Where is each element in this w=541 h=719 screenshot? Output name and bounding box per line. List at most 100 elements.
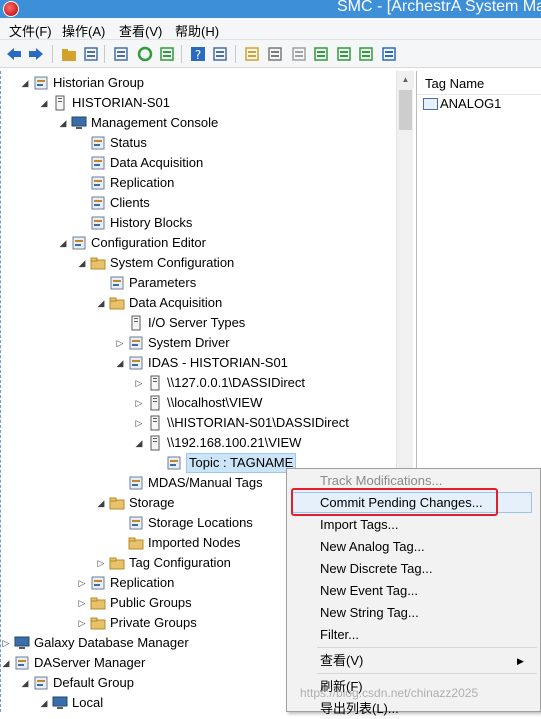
tree-node-label: Private Groups: [110, 615, 197, 630]
collapse-arrow-icon[interactable]: ◢: [57, 233, 69, 253]
tree-node-label: \\HISTORIAN-S01\DASSIDirect: [167, 415, 349, 430]
tree-node-label: Storage Locations: [148, 515, 253, 530]
scroll-up-arrow-icon[interactable]: ▲: [397, 71, 414, 88]
window-title: SMC - [ArchestrA System Ma: [337, 0, 541, 15]
menu-view[interactable]: 查看(V): [119, 21, 162, 40]
expand-arrow-icon[interactable]: ▷: [76, 613, 88, 633]
tree-node[interactable]: ◢ Management Console: [1, 113, 396, 133]
tree-node[interactable]: ▷ \\127.0.0.1\DASSIDirect: [1, 373, 396, 393]
tree-node[interactable]: Replication: [1, 173, 396, 193]
forward-icon[interactable]: [27, 45, 45, 63]
tree-node[interactable]: ▷ System Driver: [1, 333, 396, 353]
collapse-arrow-icon[interactable]: ◢: [76, 253, 88, 273]
menu-item-view[interactable]: 查看(V): [320, 651, 363, 671]
up-folder-icon[interactable]: [60, 45, 78, 63]
tree-node-label: History Blocks: [110, 215, 193, 230]
tree-node-label: Tag Configuration: [129, 555, 231, 570]
collapse-arrow-icon[interactable]: ◢: [19, 673, 31, 693]
tree-node[interactable]: I/O Server Types: [1, 313, 396, 333]
collapse-arrow-icon[interactable]: ◢: [57, 113, 69, 133]
expand-arrow-icon[interactable]: ▷: [114, 333, 126, 353]
collapse-arrow-icon[interactable]: ◢: [133, 433, 145, 453]
back-icon[interactable]: [5, 45, 23, 63]
tree-node-label: Clients: [110, 195, 150, 210]
collapse-arrow-icon[interactable]: ◢: [19, 73, 31, 93]
data-acquisition-icon: [90, 155, 106, 171]
collapse-arrow-icon[interactable]: ◢: [95, 493, 107, 513]
tree-node[interactable]: ◢ Configuration Editor: [1, 233, 396, 253]
svg-text:?: ?: [195, 48, 201, 62]
toolbar-separator: [235, 45, 236, 63]
menu-item-new-analog-tag[interactable]: New Analog Tag...: [320, 537, 425, 557]
tree-node[interactable]: ▷ \\localhost\VIEW: [1, 393, 396, 413]
tree-node-label: IDAS - HISTORIAN-S01: [148, 355, 288, 370]
menu-action[interactable]: 操作(A): [62, 21, 105, 40]
menu-item-new-string-tag[interactable]: New String Tag...: [320, 603, 419, 623]
menu-item-export-list[interactable]: 导出列表(L)...: [320, 699, 399, 719]
menu-divider: [317, 647, 537, 648]
tree-node[interactable]: ◢ \\192.168.100.21\VIEW: [1, 433, 396, 453]
tree-node[interactable]: ◢ HISTORIAN-S01: [1, 93, 396, 113]
collapse-arrow-icon[interactable]: ◢: [38, 693, 50, 712]
history-blocks-icon: [90, 215, 106, 231]
expand-arrow-icon[interactable]: ▷: [95, 553, 107, 573]
folder-icon: [109, 295, 125, 311]
menu-item-new-event-tag[interactable]: New Event Tag...: [320, 581, 418, 601]
collapse-arrow-icon[interactable]: ◢: [1, 653, 12, 673]
menu-item-track-modifications[interactable]: Track Modifications...: [320, 471, 442, 491]
collapse-arrow-icon[interactable]: ◢: [95, 293, 107, 313]
scroll-thumb[interactable]: [399, 90, 412, 130]
properties-icon[interactable]: [211, 45, 229, 63]
toolbar: ?: [0, 40, 541, 68]
tag-icon[interactable]: [266, 45, 284, 63]
column-header-tag-name[interactable]: Tag Name: [417, 73, 541, 95]
menu-item-import-tags[interactable]: Import Tags...: [320, 515, 399, 535]
help-icon[interactable]: ?: [189, 45, 207, 63]
menu-item-new-discrete-tag[interactable]: New Discrete Tag...: [320, 559, 432, 579]
tree-node-label: I/O Server Types: [148, 315, 246, 330]
tree-node-label: DAServer Manager: [34, 655, 146, 670]
tree-node[interactable]: Clients: [1, 193, 396, 213]
tree-node[interactable]: Parameters: [1, 273, 396, 293]
menu-file[interactable]: 文件(F): [9, 21, 52, 40]
add-tag-icon[interactable]: [335, 45, 353, 63]
submenu-arrow-icon: ▶: [517, 656, 524, 666]
tree-node-label: \\192.168.100.21\VIEW: [167, 435, 302, 450]
expand-arrow-icon[interactable]: ▷: [76, 573, 88, 593]
tree-node-label: Historian Group: [53, 75, 145, 90]
tag-name: ANALOG1: [440, 96, 502, 111]
menu-item-filter[interactable]: Filter...: [320, 625, 359, 645]
watermark: https://blog.csdn.net/chinazz2025: [300, 686, 479, 700]
replication-icon: [90, 575, 106, 591]
menu-help[interactable]: 帮助(H): [175, 21, 219, 40]
expand-arrow-icon[interactable]: ▷: [133, 373, 145, 393]
tree-node[interactable]: ◢ Data Acquisition: [1, 293, 396, 313]
expand-arrow-icon[interactable]: ▷: [1, 633, 12, 653]
export-list-icon[interactable]: [112, 45, 130, 63]
expand-arrow-icon[interactable]: ▷: [76, 593, 88, 613]
folder-icon: [128, 535, 144, 551]
menu-item-commit-pending-changes[interactable]: Commit Pending Changes...: [320, 493, 483, 513]
export-icon[interactable]: [158, 45, 176, 63]
list-item[interactable]: ANALOG1: [423, 95, 501, 113]
refresh-icon[interactable]: [136, 45, 154, 63]
new-tag-icon[interactable]: [312, 45, 330, 63]
tag-disabled-icon[interactable]: [290, 45, 308, 63]
tree-node[interactable]: ◢ IDAS - HISTORIAN-S01: [1, 353, 396, 373]
expand-arrow-icon[interactable]: ▷: [133, 393, 145, 413]
wand-icon[interactable]: [357, 45, 375, 63]
expand-arrow-icon[interactable]: ▷: [133, 413, 145, 433]
tree-node[interactable]: ◢ System Configuration: [1, 253, 396, 273]
tag-import-icon[interactable]: [243, 45, 261, 63]
collapse-arrow-icon[interactable]: ◢: [38, 93, 50, 113]
tree-node[interactable]: Status: [1, 133, 396, 153]
tree-node[interactable]: History Blocks: [1, 213, 396, 233]
folder-icon: [90, 255, 106, 271]
tree-node[interactable]: ▷ \\HISTORIAN-S01\DASSIDirect: [1, 413, 396, 433]
sort-tag-icon[interactable]: [380, 45, 398, 63]
show-hide-tree-icon[interactable]: [82, 45, 100, 63]
tree-node[interactable]: Data Acquisition: [1, 153, 396, 173]
galaxy-db-icon: [14, 635, 30, 651]
collapse-arrow-icon[interactable]: ◢: [114, 353, 126, 373]
tree-node[interactable]: ◢ Historian Group: [1, 73, 396, 93]
